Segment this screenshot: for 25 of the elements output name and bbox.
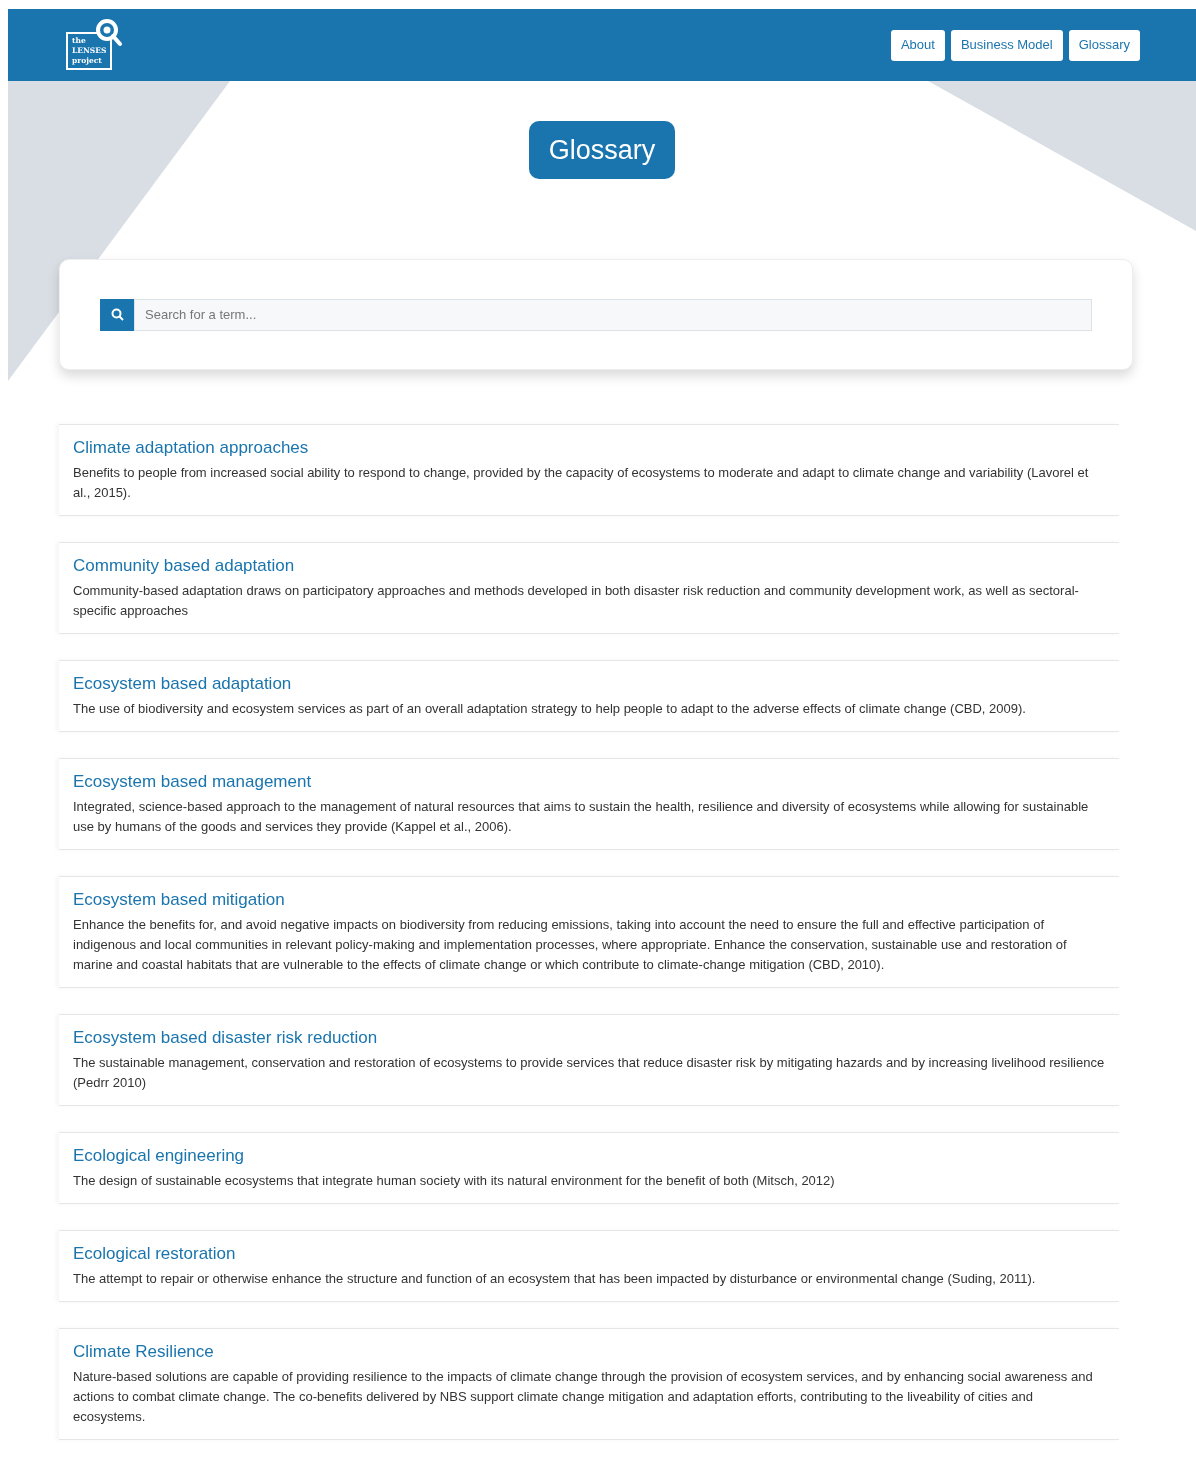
term-title[interactable]: Community based adaptation bbox=[73, 555, 1105, 577]
nav-button[interactable]: Business Model bbox=[950, 29, 1063, 61]
term-title[interactable]: Climate adaptation approaches bbox=[73, 437, 1105, 459]
term-definition: Community-based adaptation draws on participatory approaches and methods developed in both disaster risk reduction and community development work, as well as sectoral-specific approaches bbox=[73, 582, 1080, 620]
term-title[interactable]: Ecosystem based mitigation bbox=[73, 889, 1105, 911]
term-definition: The attempt to repair or otherwise enhance the structure and function of an ecosystem that has been impacted by disturbance or environmental change (Suding, 2011). bbox=[73, 1270, 1037, 1288]
term-title[interactable]: Ecosystem based disaster risk reduction bbox=[73, 1027, 1105, 1049]
term-title[interactable]: Climate Resilience bbox=[73, 1341, 1105, 1363]
nav-button[interactable]: About bbox=[890, 29, 945, 61]
term-title[interactable]: Ecosystem based management bbox=[73, 771, 1105, 793]
term-title[interactable]: Ecological restoration bbox=[73, 1243, 1105, 1265]
nav-button[interactable]: Glossary bbox=[1068, 29, 1140, 61]
term-title[interactable]: Ecosystem based adaptation bbox=[73, 673, 1105, 695]
magnifier-icon bbox=[94, 18, 124, 48]
term-definition: Benefits to people from increased social ability to respond to change, provided by the capacity of ecosystems to moderate and adapt to climate change and variability (Lavorel et al., 2015). bbox=[73, 464, 1090, 502]
search-field[interactable]: Search for a term... bbox=[134, 298, 1092, 331]
term-definition: The sustainable management, conservation and restoration of ecosystems to provide services that reduce disaster risk by mitigating hazards and by increasing livelihood resilience (Pedrr 2010) bbox=[73, 1054, 1105, 1092]
term-definition: Enhance the benefits for, and avoid negative impacts on biodiversity from reducing emissions, taking into account the need to ensure the full and effective participation of indigenous and local communities in relevant policy-making and implementation processes, where appropriate. Enhance the conservation, sustainable use and restoration of marine and coastal habitats that are vulnerable to the effects of climate change or which contribute to climate-change mitigation (CBD, 2010). bbox=[73, 916, 1068, 974]
term-title[interactable]: Ecological engineering bbox=[73, 1145, 1105, 1167]
term-definition: Nature-based solutions are capable of providing resilience to the impacts of climate change through the provision of ecosystem services, and by enhancing social awareness and actions to combat climate change. The co-benefits delivered by NBS support climate change mitigation and adaptation efforts, contributing to the liveability of cities and ecosystems. bbox=[73, 1368, 1094, 1426]
page-title: Glossary bbox=[528, 121, 676, 179]
search-icon bbox=[100, 298, 134, 331]
term-definition: The design of sustainable ecosystems that integrate human society with its natural environment for the benefit of both (Mitsch, 2012) bbox=[73, 1172, 836, 1190]
term-definition: The use of biodiversity and ecosystem services as part of an overall adaptation strategy to help people to adapt to the adverse effects of climate change (CBD, 2009). bbox=[73, 700, 1027, 718]
term-definition: Integrated, science-based approach to the management of natural resources that aims to sustain the health, resilience and diversity of ecosystems while allowing for sustainable use by humans of the goods and services they provide (Kappel et al., 2006). bbox=[73, 798, 1090, 836]
